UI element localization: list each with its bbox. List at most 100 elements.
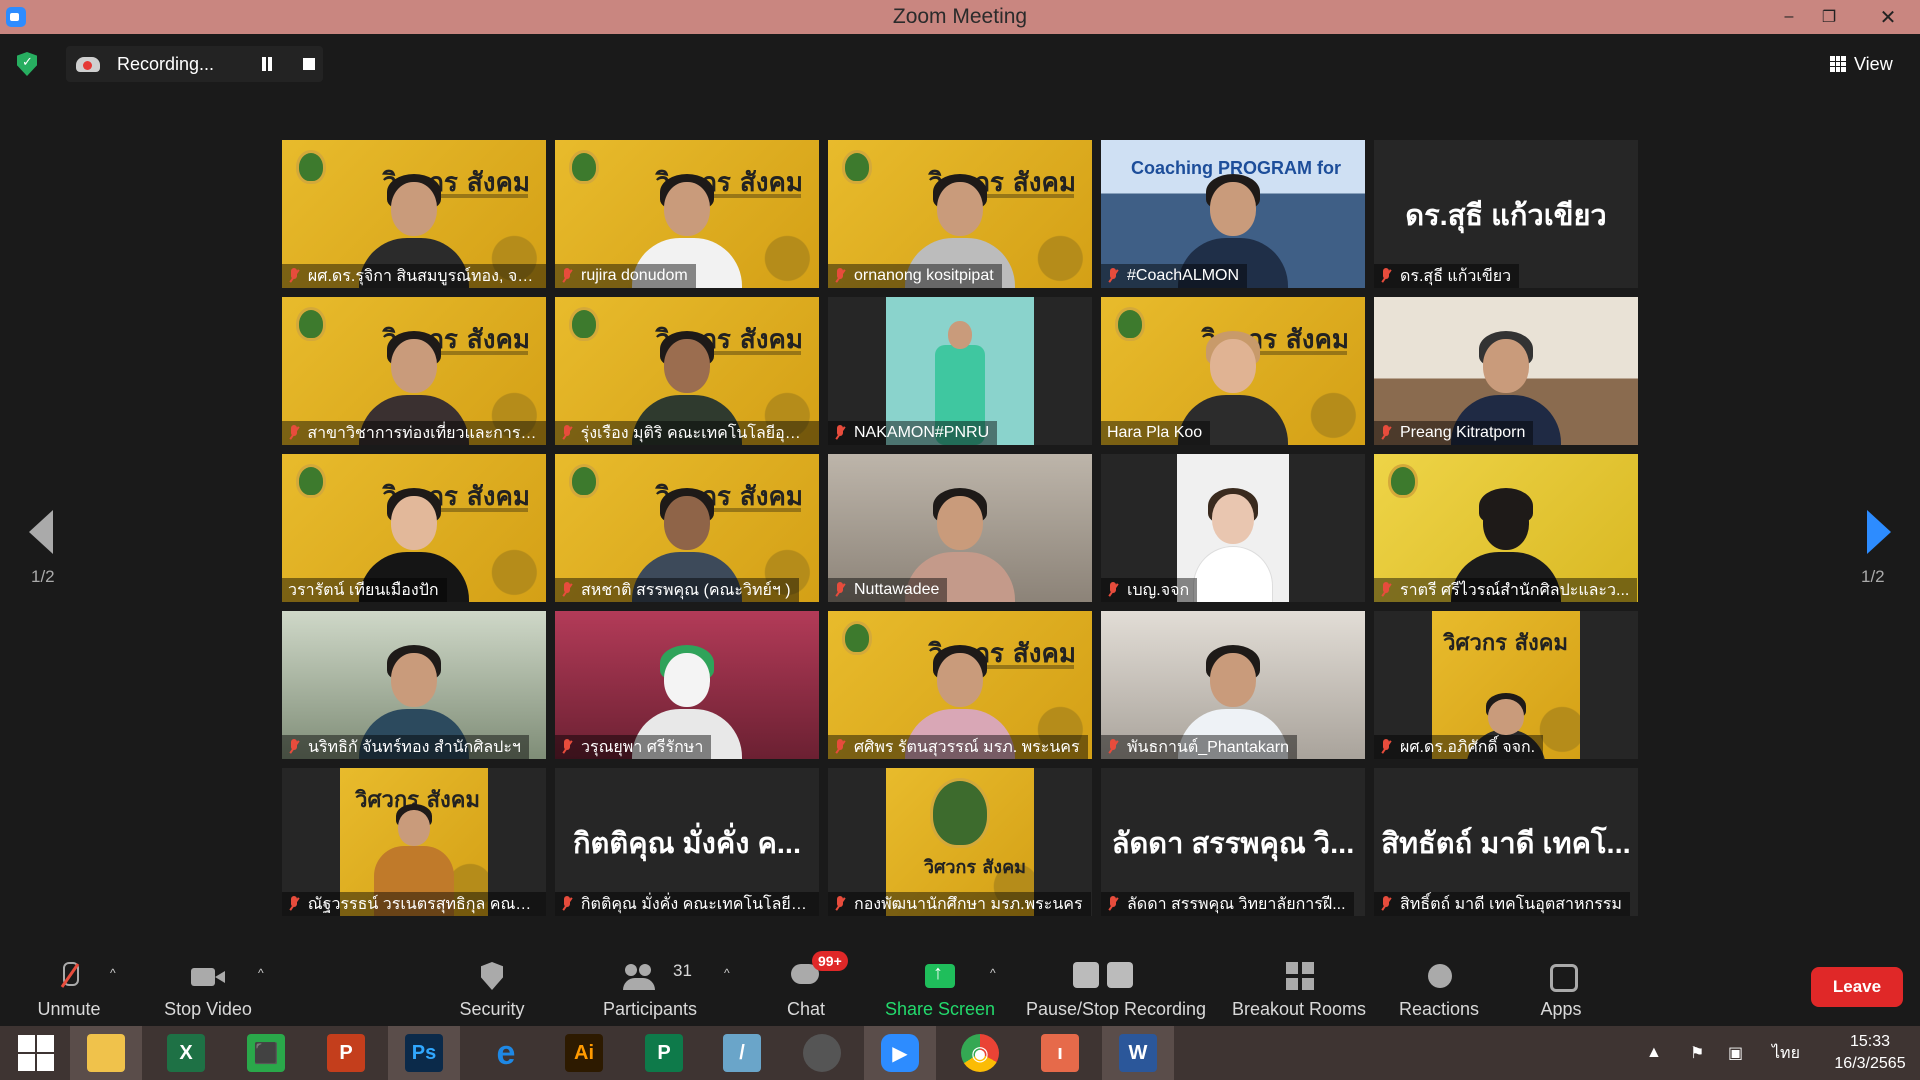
participant-tile[interactable]: วิศวกร สังคม สาขาวิชาการท่องเที่ยวและการ… (282, 297, 546, 445)
participant-tile-active-speaker[interactable]: วิศวกร สังคม Hara Pla Koo (1101, 297, 1365, 445)
view-button[interactable]: View (1830, 50, 1893, 78)
encryption-shield-icon[interactable] (17, 52, 37, 76)
reactions-button[interactable]: Reactions (1396, 948, 1482, 1026)
participant-tile[interactable]: Preang Kitratporn (1374, 297, 1638, 445)
participant-tile[interactable]: ราตรี ศรีไวรณ์สำนักศิลปะและว... (1374, 454, 1638, 602)
taskbar-app[interactable]: / (706, 1026, 778, 1080)
participant-tile[interactable]: วิศวกร สังคม ผศ.ดร.รุจิกา สินสมบูรณ์ทอง,… (282, 140, 546, 288)
participant-tile[interactable]: วิศวกร สังคม ผศ.ดร.อภิศักดิ์ จจก. (1374, 611, 1638, 759)
participant-tile[interactable]: กิตติคุณ มั่งคั่ง ค... กิตติคุณ มั่งคั่ง… (555, 768, 819, 916)
previous-page-arrow-icon[interactable] (29, 510, 53, 554)
participant-name-bar: พันธกานต์_Phantakarn (1101, 735, 1297, 759)
network-icon[interactable]: ▣ (1728, 1026, 1743, 1080)
taskbar-app[interactable] (786, 1026, 858, 1080)
share-screen-icon (923, 962, 957, 992)
taskbar-app[interactable]: Ai (548, 1026, 620, 1080)
share-options-caret-icon[interactable]: ^ (990, 966, 996, 980)
taskbar-app[interactable]: ▶ (864, 1026, 936, 1080)
action-center-flag-icon[interactable]: ⚑ (1690, 1026, 1704, 1080)
chat-label: Chat (786, 999, 826, 1019)
participant-tile[interactable]: วิศวกร สังคม กองพัฒนานักศึกษา มรภ.พระนคร (828, 768, 1092, 916)
apps-button[interactable]: Apps (1538, 948, 1584, 1026)
participant-tile[interactable]: เบญ.จจก (1101, 454, 1365, 602)
muted-mic-icon (1107, 582, 1119, 598)
participant-name-bar: ลัดดา สรรพคุณ วิทยาลัยการฝี... (1101, 892, 1354, 916)
stop-video-label: Stop Video (164, 999, 252, 1019)
university-logo-icon (296, 307, 326, 341)
taskbar-app[interactable]: P (310, 1026, 382, 1080)
stop-video-button[interactable]: Stop Video (160, 948, 256, 1026)
audio-options-caret-icon[interactable]: ^ (110, 966, 116, 980)
taskbar-app[interactable]: ⬛ (230, 1026, 302, 1080)
participant-tile[interactable]: ดร.สุธี แก้วเขียว ดร.สุธี แก้วเขียว (1374, 140, 1638, 288)
breakout-rooms-button[interactable]: Breakout Rooms (1230, 948, 1368, 1026)
participants-caret-icon[interactable]: ^ (724, 966, 730, 980)
breakout-rooms-icon (1282, 962, 1316, 992)
participant-name: สิทธิ์ตถ์ มาดี เทคโนอุตสาหกรรม (1400, 895, 1622, 913)
next-page-arrow-icon[interactable] (1867, 510, 1891, 554)
maximize-button[interactable]: ❐ (1806, 0, 1852, 34)
paint-icon: ı (1041, 1034, 1079, 1072)
participant-tile[interactable]: พันธกานต์_Phantakarn (1101, 611, 1365, 759)
publisher-icon: P (645, 1034, 683, 1072)
taskbar-app[interactable]: P (628, 1026, 700, 1080)
participants-button[interactable]: Participants (598, 948, 702, 1026)
powerpoint-icon: P (327, 1034, 365, 1072)
participant-name: วรุณยุพา ศรีรักษา (581, 738, 704, 756)
participant-tile[interactable]: วิศวกร สังคม ณัฐวรรธน์ วรเนตรสุทธิกุล คณ… (282, 768, 546, 916)
muted-mic-icon (561, 739, 573, 755)
muted-mic-icon (561, 425, 573, 441)
participant-tile[interactable]: NAKAMON#PNRU (828, 297, 1092, 445)
chat-unread-badge: 99+ (812, 951, 848, 971)
show-hidden-icons[interactable]: ▲ (1646, 1026, 1662, 1080)
illustrator-icon: Ai (565, 1034, 603, 1072)
participant-tile[interactable]: สิทธัตถ์ มาดี เทคโ... สิทธิ์ตถ์ มาดี เทค… (1374, 768, 1638, 916)
participant-tile[interactable]: วิศวกร สังคม รุ่งเรือง มุติริ คณะเทคโนโล… (555, 297, 819, 445)
muted-mic-icon (1380, 425, 1392, 441)
participant-tile[interactable]: ลัดดา สรรพคุณ วิ... ลัดดา สรรพคุณ วิทยาล… (1101, 768, 1365, 916)
participant-tile[interactable]: Coaching PROGRAM for #CoachALMON (1101, 140, 1365, 288)
taskbar-app[interactable]: Ps (388, 1026, 460, 1080)
video-options-caret-icon[interactable]: ^ (258, 966, 264, 980)
taskbar-app[interactable]: W (1102, 1026, 1174, 1080)
participant-name: #CoachALMON (1127, 267, 1240, 284)
participant-tile[interactable]: Nuttawadee (828, 454, 1092, 602)
muted-mic-icon (1107, 268, 1119, 284)
close-button[interactable]: ✕ (1860, 0, 1916, 34)
participant-name-bar: วรารัตน์ เทียนเมืองปัก (282, 578, 447, 602)
video-camera-icon (191, 962, 225, 992)
pause-stop-recording-button[interactable]: Pause/Stop Recording (1026, 948, 1206, 1026)
participant-name-bar: กองพัฒนานักศึกษา มรภ.พระนคร (828, 892, 1091, 916)
poster-wordmark: วิศวกร สังคม (1443, 630, 1568, 656)
participant-tile[interactable]: วรุณยุพา ศรีรักษา (555, 611, 819, 759)
snipping-tool-icon: / (723, 1034, 761, 1072)
participant-name-bar: ดร.สุธี แก้วเขียว (1374, 264, 1520, 288)
participant-tile[interactable]: วิศวกร สังคม ศศิพร รัตนสุวรรณ์ มรภ. พระน… (828, 611, 1092, 759)
participant-name: ราตรี ศรีไวรณ์สำนักศิลปะและว... (1400, 581, 1630, 599)
pause-recording-icon[interactable] (260, 57, 274, 71)
share-screen-button[interactable]: Share Screen (884, 948, 996, 1026)
participant-tile[interactable]: วิศวกร สังคม สหชาติ สรรพคุณ (คณะวิทย์ฯ ) (555, 454, 819, 602)
taskbar-app[interactable]: e (470, 1026, 542, 1080)
system-clock[interactable]: 15:33 16/3/2565 (1822, 1031, 1918, 1075)
participant-name-bar: #CoachALMON (1101, 264, 1248, 288)
taskbar-app[interactable]: ◉ (944, 1026, 1016, 1080)
zoom-icon: ▶ (881, 1034, 919, 1072)
university-logo-icon (842, 150, 872, 184)
taskbar-app[interactable]: X (150, 1026, 222, 1080)
start-button[interactable] (0, 1026, 72, 1080)
participant-tile[interactable]: นริทธิกั จันทร์ทอง สำนักศิลปะฯ (282, 611, 546, 759)
stop-recording-icon[interactable] (303, 58, 315, 70)
security-button[interactable]: Security (451, 948, 533, 1026)
participant-tile[interactable]: วิศวกร สังคม ornanong kositpipat (828, 140, 1092, 288)
apps-icon (1544, 962, 1578, 992)
muted-mic-icon (834, 739, 846, 755)
unmute-button[interactable]: Unmute (28, 948, 110, 1026)
input-language[interactable]: ไทย (1772, 1026, 1800, 1080)
taskbar-app[interactable]: ı (1024, 1026, 1096, 1080)
taskbar-app[interactable] (70, 1026, 142, 1080)
participant-tile[interactable]: วิศวกร สังคม rujira donudom (555, 140, 819, 288)
leave-button[interactable]: Leave (1811, 967, 1903, 1007)
participant-tile[interactable]: วิศวกร สังคม วรารัตน์ เทียนเมืองปัก (282, 454, 546, 602)
participant-name-bar: ผศ.ดร.รุจิกา สินสมบูรณ์ทอง, จจ... (282, 264, 546, 288)
